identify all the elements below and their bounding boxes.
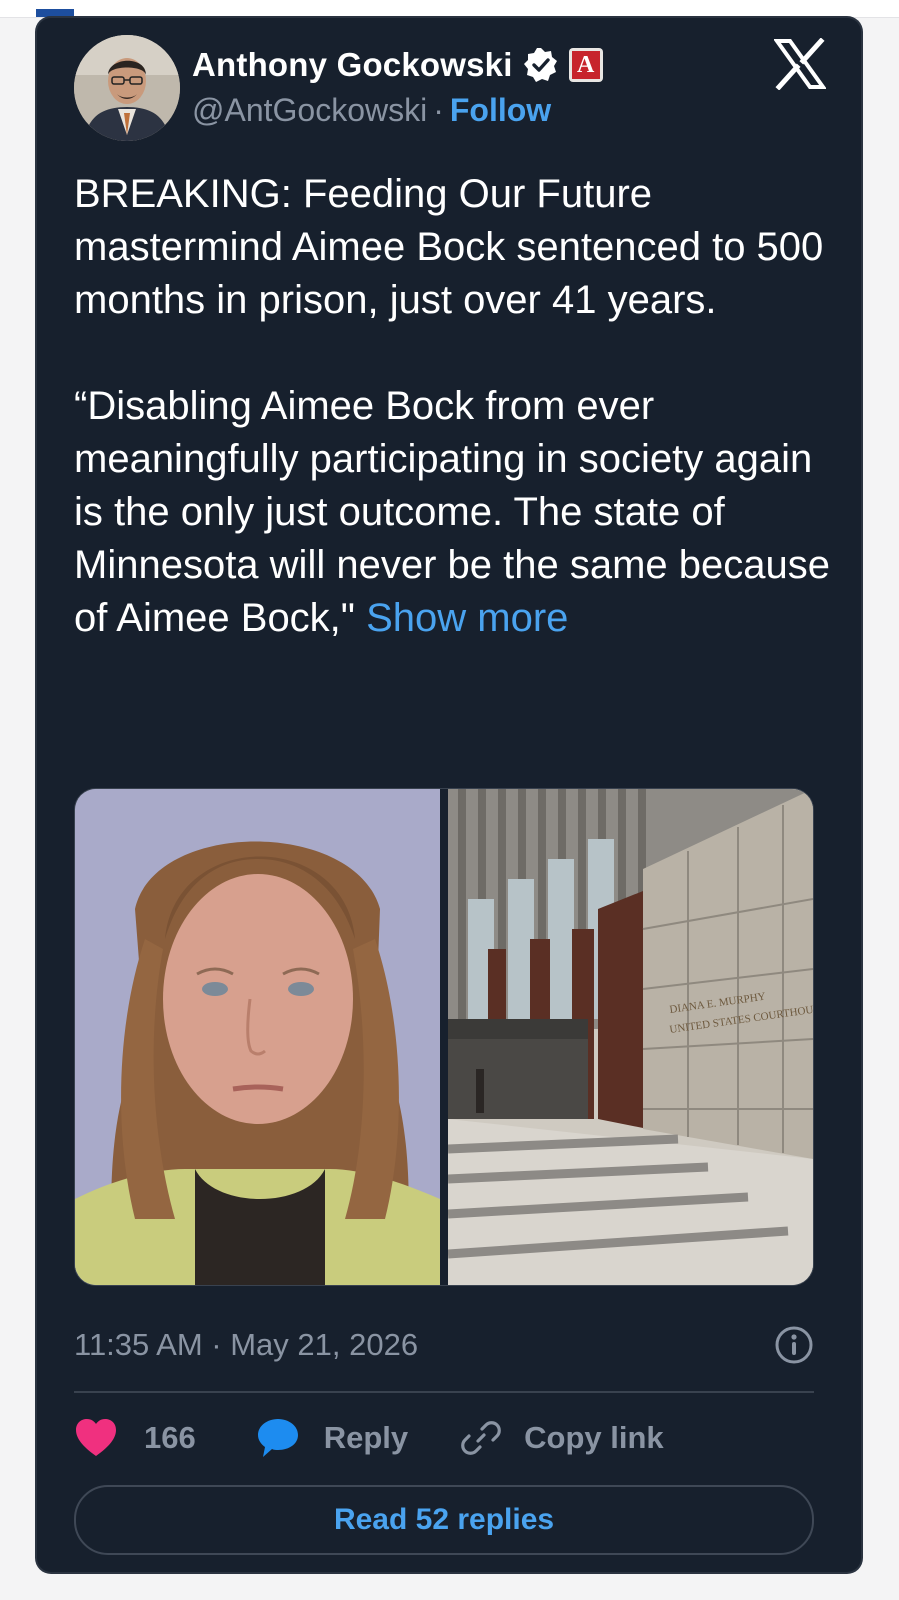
read-replies-button[interactable]: Read 52 replies bbox=[74, 1485, 814, 1555]
heart-icon bbox=[76, 1419, 116, 1456]
author-name[interactable]: Anthony Gockowski bbox=[192, 46, 513, 84]
tweet-text: BREAKING: Feeding Our Future mastermind … bbox=[74, 168, 834, 645]
separator-dot: · bbox=[433, 92, 444, 128]
reply-bubble-icon bbox=[257, 1419, 298, 1457]
tweet-paragraph-1: BREAKING: Feeding Our Future mastermind … bbox=[74, 172, 824, 322]
page-top-bar bbox=[0, 0, 899, 18]
copy-link-button[interactable]: Copy link bbox=[460, 1417, 664, 1459]
author-handle[interactable]: @AntGockowski bbox=[192, 92, 427, 128]
show-more-link[interactable]: Show more bbox=[366, 596, 568, 640]
author-avatar[interactable] bbox=[74, 35, 180, 141]
link-icon bbox=[461, 1421, 501, 1455]
follow-link[interactable]: Follow bbox=[450, 92, 551, 128]
like-button[interactable]: 166 bbox=[74, 1418, 196, 1458]
tweet-timestamp[interactable]: 11:35 AM · May 21, 2026 bbox=[74, 1327, 418, 1363]
affiliate-badge-icon[interactable]: A bbox=[568, 48, 603, 82]
courthouse-photo[interactable]: DIANA E. MURPHY UNITED STATES COURTHOUSE bbox=[448, 789, 813, 1285]
author-handle-row: @AntGockowski · Follow bbox=[192, 92, 551, 129]
tweet-media-grid[interactable]: DIANA E. MURPHY UNITED STATES COURTHOUSE bbox=[74, 788, 814, 1286]
copy-link-label: Copy link bbox=[524, 1420, 664, 1455]
mugshot-photo[interactable] bbox=[75, 789, 440, 1285]
embedded-tweet-card[interactable]: Anthony Gockowski A @AntGockowski · Follow… bbox=[37, 18, 861, 1572]
top-accent-bar bbox=[36, 9, 74, 17]
info-icon[interactable] bbox=[774, 1325, 814, 1365]
x-logo-icon[interactable] bbox=[774, 38, 826, 90]
author-name-row: Anthony Gockowski A bbox=[192, 46, 603, 84]
tweet-paragraph-2: “Disabling Aimee Bock from ever meaningf… bbox=[74, 380, 834, 645]
verified-badge-icon bbox=[523, 48, 557, 82]
like-count: 166 bbox=[144, 1420, 196, 1455]
divider bbox=[74, 1391, 814, 1393]
tweet-actions: 166 Reply Copy link bbox=[74, 1414, 814, 1462]
affiliate-badge-letter: A bbox=[571, 51, 600, 79]
reply-label: Reply bbox=[323, 1420, 409, 1455]
reply-button[interactable]: Reply bbox=[256, 1417, 408, 1459]
timestamp-row: 11:35 AM · May 21, 2026 bbox=[74, 1323, 814, 1367]
